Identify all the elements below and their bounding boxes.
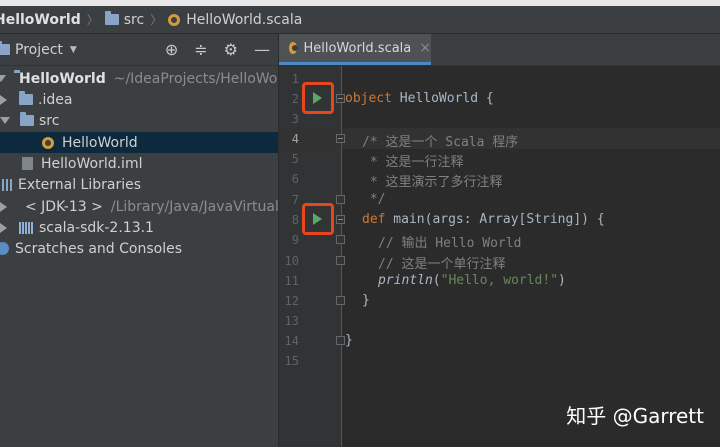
breadcrumb: HelloWorld 〉 src 〉 HelloWorld.scala [0, 6, 720, 34]
tree-item-scala-sdk[interactable]: scala-sdk-2.13.1 [0, 217, 278, 238]
watermark: 知乎 @Garrett [566, 404, 704, 428]
fold-marker[interactable] [336, 336, 345, 345]
project-folder-icon [0, 41, 10, 55]
library-icon [0, 178, 12, 191]
tree-item-src[interactable]: src [0, 110, 278, 131]
folder-icon [19, 91, 33, 105]
code-line-5: * 这是一行注释 [362, 155, 464, 170]
run-icon[interactable] [313, 213, 322, 225]
file-icon [22, 157, 33, 170]
breadcrumb-item-project[interactable]: HelloWorld [0, 12, 81, 28]
project-tree: HelloWorld ~/IdeaProjects/HelloWorld .id… [0, 66, 345, 447]
fold-marker[interactable] [336, 134, 345, 143]
tree-item-project-root[interactable]: HelloWorld ~/IdeaProjects/HelloWorld [0, 68, 296, 89]
expand-arrow-icon[interactable] [0, 75, 6, 82]
fold-marker[interactable] [336, 195, 345, 204]
breadcrumb-item-file[interactable]: HelloWorld.scala [168, 12, 302, 28]
close-icon[interactable]: × [419, 40, 431, 56]
code-line-9: // 输出 Hello World [378, 236, 522, 251]
scala-object-icon [168, 13, 181, 26]
line-number: 10 [284, 254, 299, 268]
chevron-down-icon: ▼ [69, 44, 77, 55]
breadcrumb-separator: 〉 [86, 13, 99, 27]
fold-marker[interactable] [336, 256, 345, 265]
fold-marker[interactable] [336, 215, 345, 224]
code-line-14: } [345, 333, 353, 348]
line-number: 15 [284, 354, 299, 368]
tree-item-iml-file[interactable]: HelloWorld.iml [0, 153, 278, 174]
project-panel-header: Project ▼ ⊕ ≑ ⚙ — [0, 34, 278, 66]
line-number: 5 [291, 152, 299, 166]
project-view-selector[interactable]: Project ▼ [0, 41, 77, 58]
scala-object-icon [289, 42, 299, 54]
line-number: 14 [284, 334, 299, 348]
fold-marker[interactable] [336, 94, 345, 103]
source-folder-icon [20, 112, 34, 126]
fold-marker[interactable] [336, 235, 345, 244]
line-number: 6 [291, 172, 299, 186]
expand-arrow-icon[interactable] [0, 117, 10, 124]
scratches-icon [0, 242, 9, 255]
minimize-icon[interactable]: — [254, 41, 270, 58]
code-line-4: /* 这是一个 Scala 程序 [362, 135, 519, 150]
line-number: 13 [284, 314, 299, 328]
scala-object-icon [42, 136, 54, 149]
code-line-12: } [362, 293, 370, 308]
code-line-8: def main(args: Array[String]) { [362, 212, 605, 227]
line-number: 1 [291, 72, 299, 86]
collapse-arrow-icon[interactable] [0, 94, 7, 105]
line-number: 9 [291, 233, 299, 247]
tree-item-idea[interactable]: .idea [0, 89, 278, 110]
code-line-7: */ [362, 192, 386, 207]
fold-marker[interactable] [336, 296, 345, 305]
gear-icon[interactable]: ⚙ [224, 41, 238, 58]
sdk-library-icon [19, 221, 33, 234]
code-line-6: * 这里演示了多行注释 [362, 175, 503, 190]
line-number: 3 [291, 112, 299, 126]
line-number: 2 [291, 92, 299, 106]
collapse-arrow-icon[interactable] [0, 222, 7, 233]
code-line-2: object HelloWorld { [345, 91, 494, 106]
code-line-10: // 这是一个单行注释 [378, 257, 506, 272]
editor-tab-helloworld[interactable]: HelloWorld.scala × [279, 34, 431, 65]
collapse-icon[interactable]: ≑ [194, 41, 207, 58]
locate-icon[interactable]: ⊕ [165, 41, 178, 58]
line-number: 8 [291, 213, 299, 227]
tree-item-jdk[interactable]: < JDK-13 > /Library/Java/JavaVirtualMach… [0, 196, 345, 217]
tree-item-external-libraries[interactable]: External Libraries [0, 174, 278, 195]
run-icon[interactable] [313, 92, 322, 104]
breadcrumb-item-src[interactable]: src [104, 11, 144, 28]
line-number: 4 [291, 132, 299, 146]
line-number: 12 [284, 294, 299, 308]
line-number: 11 [284, 274, 299, 288]
tree-item-helloworld-object[interactable]: HelloWorld [0, 132, 278, 153]
folder-icon [104, 11, 119, 25]
breadcrumb-separator: 〉 [150, 13, 163, 27]
line-number: 7 [291, 193, 299, 207]
collapse-arrow-icon[interactable] [0, 201, 7, 212]
code-line-11: println("Hello, world!") [378, 273, 566, 288]
editor-tab-bar: HelloWorld.scala × [279, 34, 720, 66]
tree-item-scratches[interactable]: Scratches and Consoles [0, 238, 278, 259]
